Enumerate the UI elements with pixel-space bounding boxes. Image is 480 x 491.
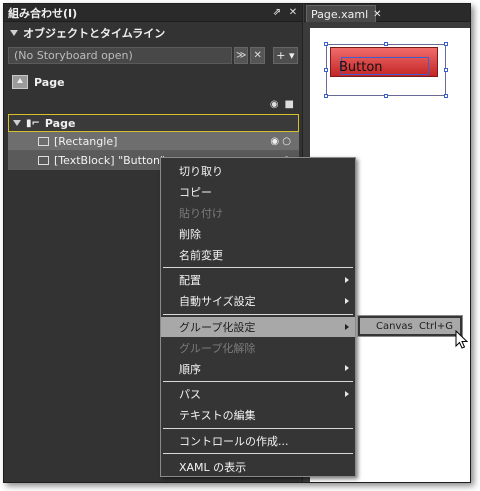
- tree-root-label: Page: [44, 116, 76, 130]
- menu-item-label: コントロールの作成...: [179, 434, 289, 448]
- menu-item-label: 名前変更: [179, 248, 223, 262]
- collapse-triangle-icon[interactable]: [10, 30, 18, 36]
- submenu-arrow-icon: [345, 365, 349, 372]
- eye-icon[interactable]: ◉ ○: [270, 136, 291, 147]
- menu-item-edit-text[interactable]: テキストの編集: [161, 405, 355, 426]
- page-scope-row[interactable]: Page: [4, 68, 302, 96]
- panel-header: 組み合わせ(I) ⇗ ✕: [4, 4, 302, 22]
- storyboard-row: (No Storyboard open) ≫ ✕ + ▾: [4, 45, 302, 65]
- submenu-arrow-icon: [345, 276, 349, 283]
- page-up-icon[interactable]: [12, 75, 28, 89]
- resize-handle[interactable]: [324, 94, 328, 98]
- panel-title: 組み合わせ(I): [8, 6, 78, 20]
- menu-item-view-xaml[interactable]: XAML の表示: [161, 456, 355, 477]
- tree-item-rectangle[interactable]: [Rectangle] ◉ ○: [8, 132, 299, 151]
- resize-handle[interactable]: [384, 42, 388, 46]
- page-scope-label: Page: [34, 75, 65, 89]
- menu-item-label: グループ化設定: [179, 320, 256, 334]
- menu-item-group-into[interactable]: グループ化設定: [161, 316, 355, 338]
- tree-root-page[interactable]: ▮⌐ Page: [8, 114, 299, 132]
- storyboard-value: (No Storyboard open): [14, 48, 133, 62]
- tree-item-label: [TextBlock] "Button": [54, 153, 166, 167]
- menu-item-label: 自動サイズ設定: [179, 295, 256, 309]
- menu-item-order[interactable]: 順序: [161, 358, 355, 379]
- document-tabbar: Page.xaml ✕: [304, 4, 470, 22]
- menu-item-path[interactable]: パス: [161, 384, 355, 405]
- menu-item-copy[interactable]: コピー: [161, 182, 355, 203]
- storyboard-dropdown-icon[interactable]: ≫: [234, 46, 249, 64]
- submenu-arrow-icon: [345, 297, 349, 304]
- add-storyboard-button[interactable]: + ▾: [272, 46, 298, 64]
- button-rectangle[interactable]: Button: [330, 47, 438, 77]
- selected-button-bounds[interactable]: Button: [324, 42, 448, 98]
- menu-item-label: 切り取り: [179, 165, 223, 179]
- close-icon[interactable]: ✕: [286, 6, 300, 20]
- lock-icon[interactable]: ■: [285, 99, 294, 110]
- menu-separator: [163, 453, 353, 455]
- tree-item-label: [Rectangle]: [54, 134, 118, 148]
- submenu-arrow-icon: [345, 323, 349, 330]
- resize-handle[interactable]: [444, 94, 448, 98]
- menu-item-label: 貼り付け: [179, 206, 223, 220]
- menu-item-label: 配置: [179, 274, 201, 288]
- tab-page-xaml[interactable]: Page.xaml ✕: [306, 5, 382, 22]
- mouse-cursor-icon: [455, 330, 469, 349]
- artboard-button-text[interactable]: Button: [339, 60, 383, 75]
- objects-timeline-header[interactable]: オブジェクトとタイムライン: [4, 22, 302, 44]
- tab-close-icon[interactable]: ✕: [373, 9, 381, 20]
- menu-item-label: 削除: [179, 227, 201, 241]
- menu-item-label: 順序: [179, 362, 201, 376]
- menu-item-label: コピー: [179, 186, 212, 200]
- resize-handle[interactable]: [444, 68, 448, 72]
- menu-item-paste: 貼り付け: [161, 203, 355, 224]
- expand-triangle-icon[interactable]: [13, 120, 21, 126]
- pin-icon[interactable]: ⇗: [270, 6, 284, 20]
- storyboard-selector[interactable]: (No Storyboard open): [8, 46, 232, 64]
- group-into-submenu: Canvas Ctrl+G: [357, 315, 463, 337]
- menu-item-auto-size[interactable]: 自動サイズ設定: [161, 291, 355, 312]
- submenu-item-label: Canvas Ctrl+G: [376, 320, 453, 332]
- rectangle-icon: [38, 136, 49, 146]
- resize-handle[interactable]: [324, 68, 328, 72]
- menu-item-align[interactable]: 配置: [161, 270, 355, 291]
- menu-separator: [163, 380, 353, 382]
- section-title: オブジェクトとタイムライン: [23, 27, 166, 40]
- menu-separator: [163, 266, 353, 268]
- menu-item-cut[interactable]: 切り取り: [161, 161, 355, 182]
- menu-item-ungroup: グループ化解除: [161, 337, 355, 358]
- storyboard-close-icon[interactable]: ✕: [250, 46, 265, 64]
- menu-item-label: テキストの編集: [179, 409, 256, 423]
- context-menu: 切り取り コピー 貼り付け 削除 名前変更 配置 自動サイズ設定 グループ化設定…: [160, 157, 356, 477]
- submenu-item-canvas[interactable]: Canvas Ctrl+G: [360, 318, 460, 334]
- menu-item-label: XAML の表示: [179, 460, 247, 474]
- resize-handle[interactable]: [384, 94, 388, 98]
- menu-item-rename[interactable]: 名前変更: [161, 244, 355, 265]
- menu-item-delete[interactable]: 削除: [161, 223, 355, 244]
- menu-item-make-control[interactable]: コントロールの作成...: [161, 431, 355, 452]
- menu-item-label: グループ化解除: [179, 341, 256, 355]
- resize-handle[interactable]: [324, 42, 328, 46]
- submenu-arrow-icon: [345, 390, 349, 397]
- visibility-header: ◉ ■: [4, 96, 302, 112]
- menu-item-label: パス: [179, 388, 201, 402]
- resize-handle[interactable]: [444, 42, 448, 46]
- eye-icon[interactable]: ◉: [270, 99, 279, 110]
- menu-separator: [163, 313, 353, 315]
- layout-icon: ▮⌐: [26, 117, 40, 129]
- textblock-icon: [38, 155, 49, 165]
- menu-separator: [163, 427, 353, 429]
- tab-label: Page.xaml: [311, 7, 369, 21]
